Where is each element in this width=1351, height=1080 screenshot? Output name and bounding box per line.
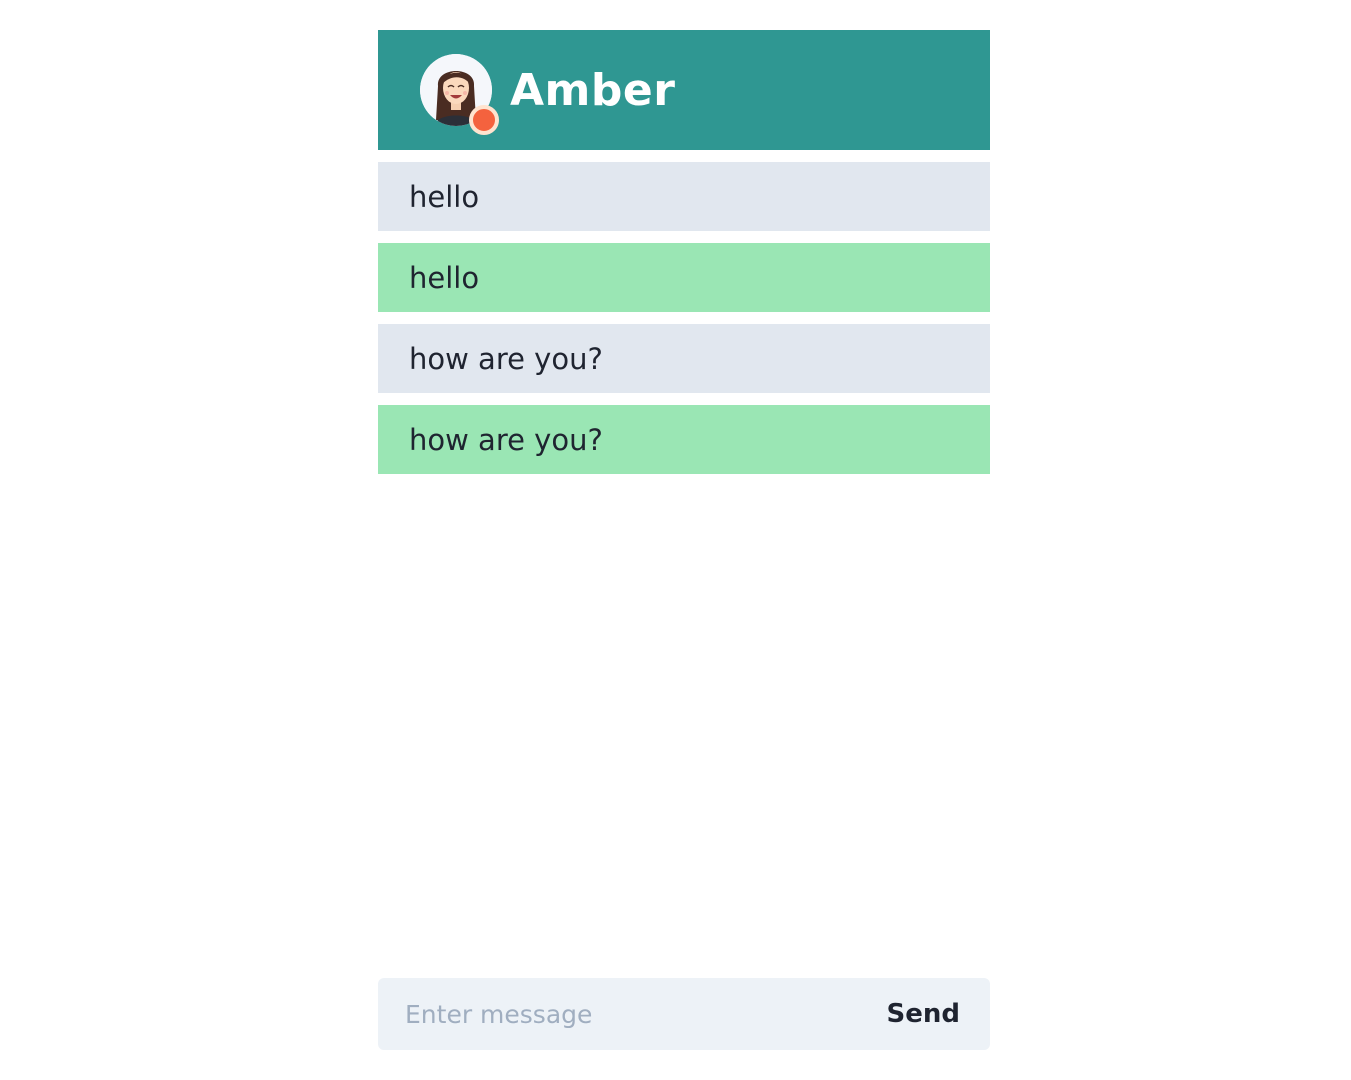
send-button[interactable]: Send bbox=[887, 999, 960, 1029]
message-sent: hello bbox=[378, 243, 990, 312]
status-indicator bbox=[469, 105, 499, 135]
message-input[interactable] bbox=[405, 999, 887, 1029]
message-received: hello bbox=[378, 162, 990, 231]
contact-name: Amber bbox=[510, 64, 676, 116]
chat-header: Amber bbox=[378, 30, 990, 150]
avatar[interactable] bbox=[420, 54, 499, 135]
chat-window: Amber hello hello how are you? how are y… bbox=[378, 30, 990, 1050]
message-received: how are you? bbox=[378, 324, 990, 393]
message-sent: how are you? bbox=[378, 405, 990, 474]
message-composer: Send bbox=[378, 978, 990, 1050]
message-list: hello hello how are you? how are you? bbox=[378, 162, 990, 474]
